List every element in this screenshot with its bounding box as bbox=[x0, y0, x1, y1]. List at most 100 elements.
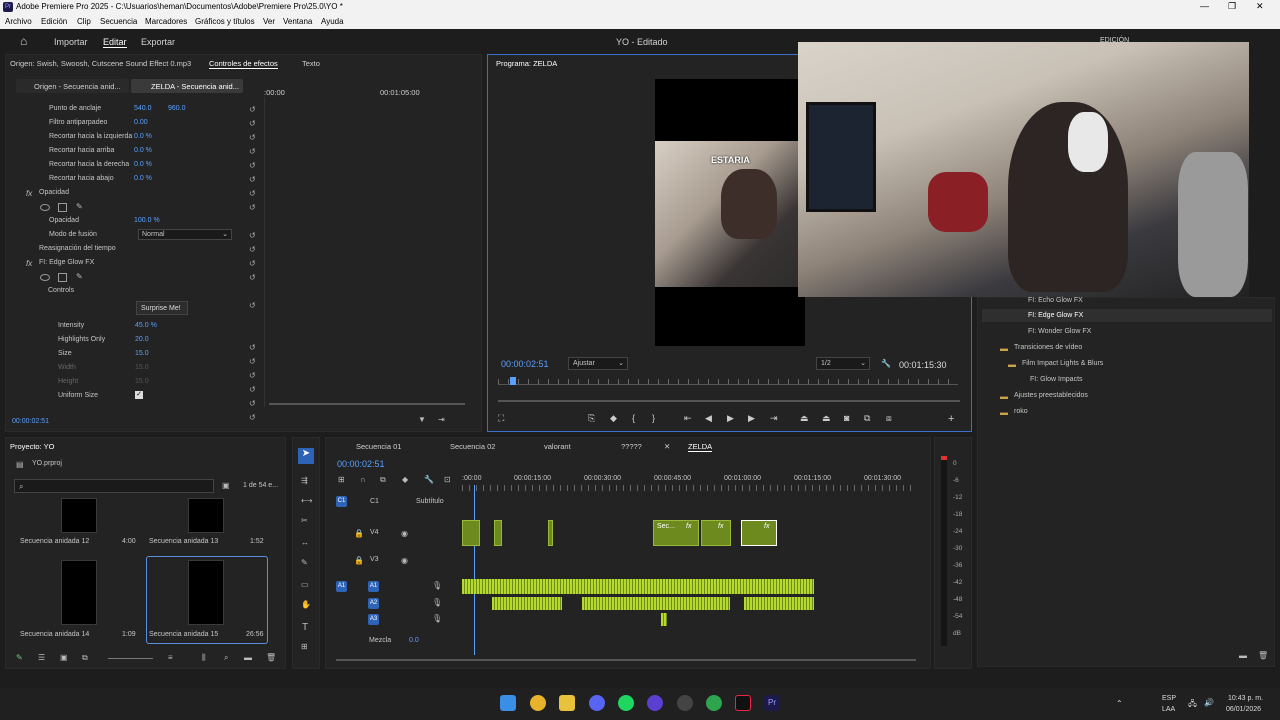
track-source-a1[interactable]: A1 bbox=[336, 581, 347, 592]
crop-top-value[interactable]: 0.0 % bbox=[134, 147, 152, 154]
premiere-taskbar-icon[interactable]: Pr bbox=[764, 695, 780, 711]
eye-icon[interactable]: ◉ bbox=[401, 556, 408, 565]
opacity-section[interactable]: Opacidad bbox=[39, 189, 69, 196]
project-search-input[interactable]: ⌕ bbox=[14, 479, 214, 493]
project-thumb[interactable] bbox=[61, 560, 97, 625]
source-origin-tab[interactable]: Origen: Swish, Swoosh, Cutscene Sound Ef… bbox=[10, 59, 191, 68]
project-title[interactable]: Proyecto: YO bbox=[10, 442, 54, 451]
chevron-up-icon[interactable]: ⌃ bbox=[1116, 699, 1123, 708]
controls-label[interactable]: Controls bbox=[48, 287, 74, 294]
tab-export[interactable]: Exportar bbox=[141, 37, 175, 47]
eye-icon[interactable]: ◉ bbox=[401, 529, 408, 538]
clock-date[interactable]: 06/01/2026 bbox=[1226, 706, 1261, 713]
timeline-playhead[interactable] bbox=[474, 485, 475, 655]
delete-icon[interactable]: 🗑 bbox=[1258, 651, 1268, 660]
effect-edge-glow[interactable]: FI: Edge Glow FX bbox=[1028, 312, 1083, 319]
find-icon[interactable]: ⌕ bbox=[224, 653, 228, 663]
edge-glow-label[interactable]: FI: Edge Glow FX bbox=[39, 259, 94, 266]
settings-icon[interactable]: ⛶ bbox=[498, 413, 504, 424]
program-title[interactable]: Programa: ZELDA bbox=[496, 59, 557, 68]
selection-tool-icon[interactable]: ➤ bbox=[298, 448, 314, 464]
program-zoom-scrollbar[interactable] bbox=[498, 400, 960, 402]
go-to-in-icon[interactable]: ⇤ bbox=[684, 413, 692, 424]
sort-icon[interactable]: ≡ bbox=[168, 653, 173, 662]
linked-select-icon[interactable]: ⧉ bbox=[380, 475, 386, 485]
fit-select[interactable]: Ajustar ⌄ bbox=[568, 357, 628, 370]
chrome-icon[interactable] bbox=[530, 695, 546, 711]
step-forward-icon[interactable]: ▶ bbox=[748, 413, 755, 424]
video-clip[interactable] bbox=[494, 520, 502, 546]
caption-tool-icon[interactable]: ⊞ bbox=[301, 642, 308, 651]
time-remap-label[interactable]: Reasignación del tiempo bbox=[39, 245, 116, 252]
pen-icon[interactable]: ✎ bbox=[76, 272, 83, 281]
track-target-a2[interactable]: A2 bbox=[368, 598, 379, 609]
menu-edicion[interactable]: Edición bbox=[41, 17, 67, 26]
maximize-icon[interactable]: ❐ bbox=[1228, 1, 1236, 12]
menu-ver[interactable]: Ver bbox=[263, 17, 275, 26]
audio-clip-a2[interactable] bbox=[582, 597, 730, 610]
video-clip[interactable] bbox=[462, 520, 480, 546]
chrome-icon[interactable] bbox=[706, 695, 722, 711]
program-ruler[interactable] bbox=[498, 379, 958, 385]
project-thumb[interactable] bbox=[188, 498, 224, 533]
folder-presets[interactable]: Ajustes preestablecidos bbox=[1014, 392, 1088, 399]
freeform-view-icon[interactable]: ⧉ bbox=[82, 653, 88, 663]
audio-clip-a2[interactable] bbox=[492, 597, 562, 610]
video-clip[interactable] bbox=[548, 520, 553, 546]
add-button-icon[interactable]: + bbox=[948, 413, 954, 425]
marker-icon[interactable]: ◆ bbox=[610, 413, 617, 424]
steam-icon[interactable] bbox=[677, 695, 693, 711]
discord-icon[interactable] bbox=[589, 695, 605, 711]
minimize-icon[interactable]: — bbox=[1200, 1, 1209, 11]
opacity-value[interactable]: 100.0 % bbox=[134, 217, 160, 224]
windows-start-icon[interactable] bbox=[500, 695, 516, 711]
icon-view-icon[interactable]: ▣ bbox=[60, 653, 68, 662]
filter-icon[interactable]: ▼ bbox=[418, 415, 426, 424]
ripple-edit-icon[interactable]: ⟷ bbox=[301, 496, 312, 505]
export-frame-icon[interactable]: ⇥ bbox=[438, 415, 445, 424]
crop-bottom-value[interactable]: 0.0 % bbox=[134, 175, 152, 182]
mask-ellipse-icon[interactable] bbox=[40, 274, 50, 281]
effects-zoom-scrollbar[interactable] bbox=[269, 403, 465, 405]
timeline-tab[interactable]: valorant bbox=[544, 442, 571, 451]
project-item-name[interactable]: Secuencia anidada 15 bbox=[149, 631, 218, 638]
mix-value[interactable]: 0.0 bbox=[409, 637, 419, 644]
highlights-value[interactable]: 20.0 bbox=[135, 336, 149, 343]
razor-icon[interactable]: ✂ bbox=[301, 516, 308, 525]
timeline-zoom-scrollbar[interactable] bbox=[336, 659, 916, 661]
mask-rect-icon[interactable] bbox=[58, 203, 67, 212]
menu-ayuda[interactable]: Ayuda bbox=[321, 17, 344, 26]
list-view-icon[interactable]: ☰ bbox=[38, 653, 45, 662]
lift-icon[interactable]: ⏏ bbox=[800, 413, 809, 424]
track-target-a1[interactable]: A1 bbox=[368, 581, 379, 592]
tab-text[interactable]: Texto bbox=[302, 59, 320, 68]
timeline-tab[interactable]: Secuencia 01 bbox=[356, 442, 401, 451]
lock-icon[interactable]: 🔒 bbox=[354, 529, 364, 538]
wrench-icon[interactable]: 🔧 bbox=[881, 359, 891, 368]
track-select-icon[interactable]: ⇶ bbox=[301, 476, 308, 485]
pen-icon[interactable]: ✎ bbox=[76, 202, 83, 211]
intensity-value[interactable]: 45.0 % bbox=[135, 322, 157, 329]
mic-icon[interactable]: 🎙 bbox=[432, 614, 442, 623]
hand-icon[interactable]: ✋ bbox=[301, 600, 311, 609]
menu-secuencia[interactable]: Secuencia bbox=[100, 17, 137, 26]
menu-graficos[interactable]: Gráficos y títulos bbox=[195, 17, 255, 26]
mask-rect-icon[interactable] bbox=[58, 273, 67, 282]
surprise-me-button[interactable]: Surprise Me! bbox=[136, 301, 188, 315]
folder-transitions[interactable]: Transiciones de vídeo bbox=[1014, 344, 1082, 351]
video-clip[interactable]: fx bbox=[701, 520, 731, 546]
bin-icon[interactable]: ▣ bbox=[222, 481, 230, 490]
project-item-name[interactable]: Secuencia anidada 13 bbox=[149, 538, 218, 545]
effects-timecode[interactable]: 00:00:02:51 bbox=[12, 418, 49, 425]
volume-icon[interactable]: 🔊 bbox=[1204, 698, 1214, 707]
clock-time[interactable]: 10:43 p. m. bbox=[1228, 695, 1263, 702]
zoom-slider[interactable] bbox=[108, 658, 153, 659]
folder-film-impact[interactable]: Film Impact Lights & Blurs bbox=[1022, 360, 1103, 367]
audio-clip-a3[interactable] bbox=[661, 613, 667, 626]
crop-left-value[interactable]: 0.0 % bbox=[134, 133, 152, 140]
audio-clip-a1[interactable] bbox=[462, 579, 814, 594]
clip-tab-zelda[interactable]: ZELDA - Secuencia anid... bbox=[131, 79, 243, 93]
menu-marcadores[interactable]: Marcadores bbox=[145, 17, 187, 26]
app-icon[interactable] bbox=[647, 695, 663, 711]
menu-archivo[interactable]: Archivo bbox=[5, 17, 32, 26]
